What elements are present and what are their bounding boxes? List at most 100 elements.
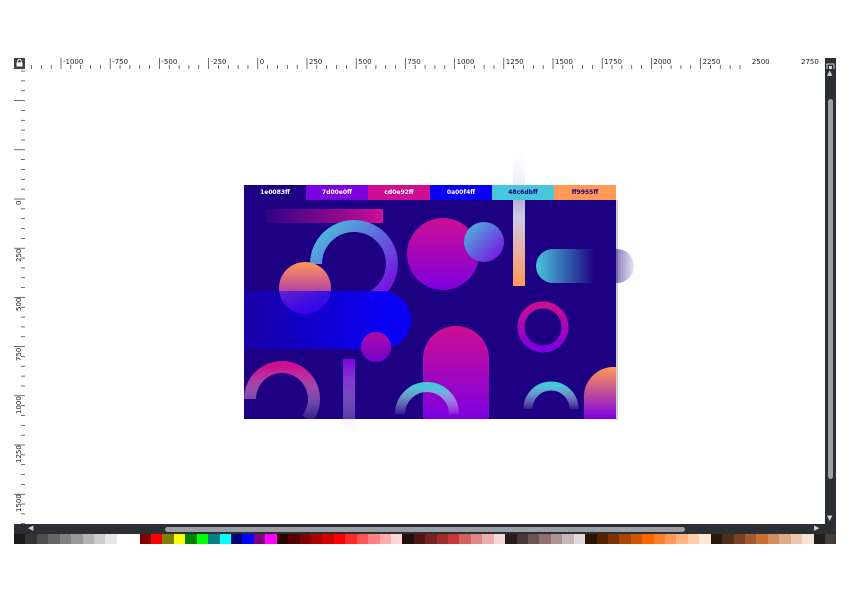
horizontal-scroll-thumb[interactable] [165, 527, 685, 532]
palette-swatch[interactable] [93, 534, 106, 544]
palette-swatch[interactable] [573, 534, 586, 544]
palette-swatch[interactable] [333, 534, 346, 544]
palette-swatch[interactable] [299, 534, 311, 544]
palette-swatch[interactable] [413, 534, 426, 544]
palette-swatch[interactable] [516, 534, 528, 544]
palette-swatch[interactable] [585, 534, 597, 544]
palette-swatch[interactable] [562, 534, 574, 544]
palette-swatch[interactable] [767, 534, 780, 544]
palette-swatch[interactable] [630, 534, 643, 544]
vertical-scrollbar[interactable]: ▲ ▼ [825, 69, 836, 524]
palette-swatch[interactable] [653, 534, 666, 544]
palette-swatch[interactable] [151, 534, 163, 544]
palette-swatch[interactable] [208, 534, 220, 544]
palette-swatch[interactable] [619, 534, 631, 544]
palette-swatch[interactable] [687, 534, 700, 544]
palette-swatch[interactable] [253, 534, 266, 544]
scroll-corner-button[interactable] [825, 58, 836, 72]
palette-swatch[interactable] [219, 534, 232, 544]
palette-swatch[interactable] [71, 534, 83, 544]
palette-swatch[interactable] [36, 534, 49, 544]
horizontal-scrollbar[interactable]: ◀ ▶ [25, 524, 825, 534]
palette-swatch[interactable] [356, 534, 369, 544]
palette-swatch[interactable] [310, 534, 323, 544]
palette-swatch[interactable] [493, 534, 506, 544]
scroll-down-arrow-icon[interactable]: ▼ [827, 515, 832, 522]
palette-swatch[interactable] [527, 534, 540, 544]
palette-swatch[interactable] [390, 534, 403, 544]
palette-swatch[interactable] [470, 534, 483, 544]
scroll-right-arrow-icon[interactable]: ▶ [814, 525, 819, 532]
palette-swatch[interactable] [779, 534, 791, 544]
palette-swatch[interactable] [745, 534, 757, 544]
lock-icon [16, 59, 23, 67]
editor-window: -1000 -750 -500 -250 0 250 500 750 1000 1250 1500 1… [14, 58, 837, 544]
ruler-label: 2750 [801, 58, 819, 66]
palette-swatch[interactable] [185, 534, 197, 544]
palette-swatch[interactable] [139, 534, 152, 544]
palette-swatch[interactable] [699, 534, 711, 544]
palette-swatch[interactable] [813, 534, 825, 544]
palette-swatch[interactable] [14, 534, 26, 544]
palette-swatch[interactable] [436, 534, 449, 544]
ruler-label: 500 [15, 298, 23, 312]
palette-swatch[interactable] [482, 534, 494, 544]
palette-swatch[interactable] [505, 534, 517, 544]
palette-swatch[interactable] [756, 534, 768, 544]
palette-swatch[interactable] [425, 534, 437, 544]
palette-swatch[interactable] [790, 534, 803, 544]
scroll-left-arrow-icon[interactable]: ◀ [28, 525, 33, 532]
ruler-label: 250 [15, 248, 23, 263]
palette-swatch[interactable] [459, 534, 471, 544]
palette-swatch[interactable] [276, 534, 289, 544]
palette-swatch[interactable] [607, 534, 620, 544]
palette-swatch[interactable] [173, 534, 186, 544]
palette-swatch[interactable] [379, 534, 391, 544]
palette-swatch[interactable] [368, 534, 380, 544]
horizontal-ruler[interactable]: -1000 -750 -500 -250 0 250 500 750 1000 1250 1500 1… [25, 58, 825, 69]
color-tab-1: 1e0083ff [244, 185, 306, 200]
vertical-scroll-thumb[interactable] [828, 99, 833, 479]
palette-swatch[interactable] [345, 534, 357, 544]
palette-swatch[interactable] [642, 534, 654, 544]
palette-swatch[interactable] [322, 534, 334, 544]
vertical-ruler[interactable]: 025050075010001250150017502000 [14, 69, 25, 524]
palette-swatch[interactable] [288, 534, 300, 544]
ruler-label: 750 [15, 347, 23, 361]
palette-swatch[interactable] [82, 534, 94, 544]
palette-swatch[interactable] [596, 534, 608, 544]
palette-swatch[interactable] [824, 534, 837, 544]
palette-swatch[interactable] [665, 534, 677, 544]
palette-swatch[interactable] [105, 534, 117, 544]
ruler-corner[interactable] [14, 58, 25, 69]
color-tab-4: 0a00f4ff [430, 185, 492, 200]
orange-vertical-bar-shape [513, 148, 525, 286]
palette-swatch[interactable] [265, 534, 277, 544]
palette-swatch[interactable] [402, 534, 414, 544]
ruler-label: -1000 [63, 58, 84, 66]
palette-swatch[interactable] [162, 534, 174, 544]
palette-swatch[interactable] [116, 534, 129, 544]
cyan-circle-shape [464, 222, 504, 262]
palette-swatch[interactable] [448, 534, 460, 544]
ruler-label: 1750 [604, 58, 623, 66]
palette-swatch[interactable] [539, 534, 551, 544]
palette-swatch[interactable] [48, 534, 60, 544]
palette-swatch[interactable] [710, 534, 723, 544]
palette-swatch[interactable] [25, 534, 37, 544]
palette-swatch[interactable] [676, 534, 688, 544]
palette-swatch[interactable] [550, 534, 563, 544]
palette-swatch[interactable] [128, 534, 140, 544]
palette-swatch[interactable] [242, 534, 254, 544]
drawing-canvas[interactable] [25, 69, 825, 524]
palette-swatch[interactable] [59, 534, 72, 544]
palette-swatch[interactable] [802, 534, 814, 544]
artwork [244, 148, 634, 434]
palette-swatch[interactable] [196, 534, 209, 544]
purple-bar-shape [343, 359, 355, 434]
scroll-up-arrow-icon[interactable]: ▲ [827, 70, 832, 77]
color-palette [14, 534, 837, 544]
palette-swatch[interactable] [733, 534, 745, 544]
palette-swatch[interactable] [722, 534, 734, 544]
palette-swatch[interactable] [231, 534, 243, 544]
